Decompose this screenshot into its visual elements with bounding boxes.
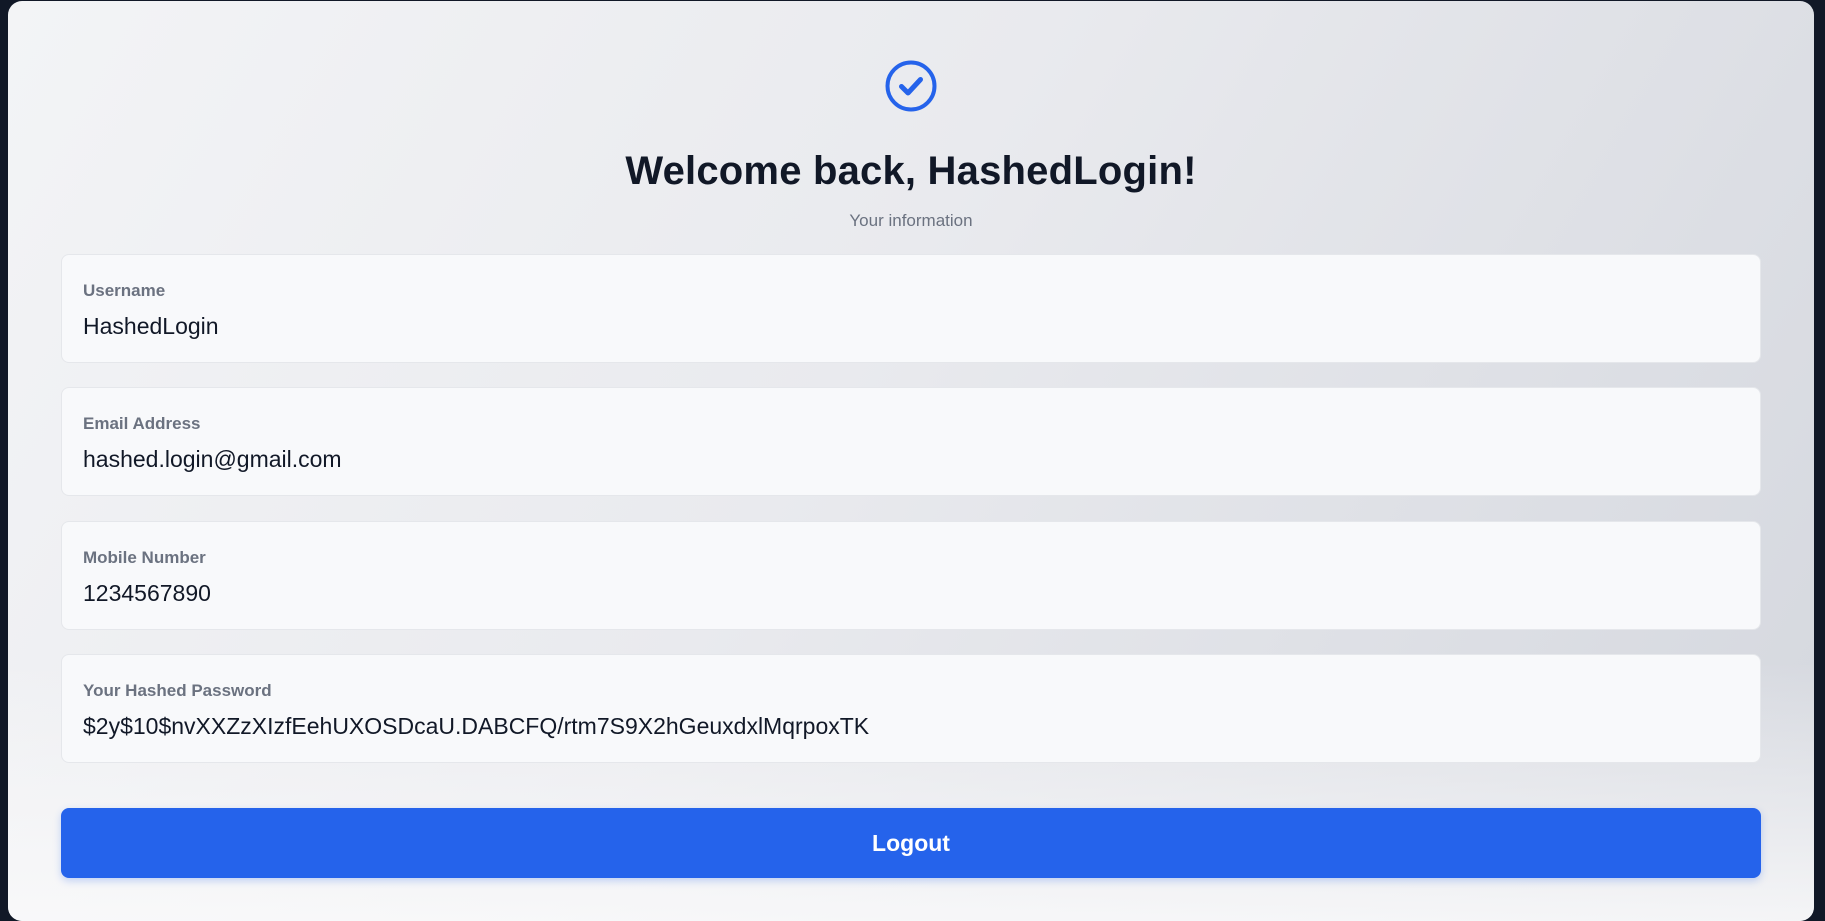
page-title: Welcome back, HashedLogin! <box>625 149 1197 193</box>
mobile-field: Mobile Number 1234567890 <box>61 521 1761 630</box>
page-subtitle: Your information <box>849 211 973 230</box>
email-value: hashed.login@gmail.com <box>83 446 342 472</box>
logout-button[interactable]: Logout <box>61 808 1761 878</box>
username-value: HashedLogin <box>83 313 219 339</box>
mobile-label: Mobile Number <box>83 548 206 567</box>
username-label: Username <box>83 281 166 300</box>
mobile-value: 1234567890 <box>83 580 211 606</box>
hashed-password-value: $2y$10$nvXXZzXIzfEehUXOSDcaU.DABCFQ/rtm7… <box>83 713 870 739</box>
profile-card: Welcome back, HashedLogin! Your informat… <box>8 1 1814 921</box>
email-field: Email Address hashed.login@gmail.com <box>61 387 1761 496</box>
hashed-password-field: Your Hashed Password $2y$10$nvXXZzXIzfEe… <box>61 654 1761 763</box>
username-field: Username HashedLogin <box>61 254 1761 363</box>
email-label: Email Address <box>83 414 201 433</box>
hashed-password-label: Your Hashed Password <box>83 681 272 700</box>
check-circle-icon <box>885 60 937 112</box>
